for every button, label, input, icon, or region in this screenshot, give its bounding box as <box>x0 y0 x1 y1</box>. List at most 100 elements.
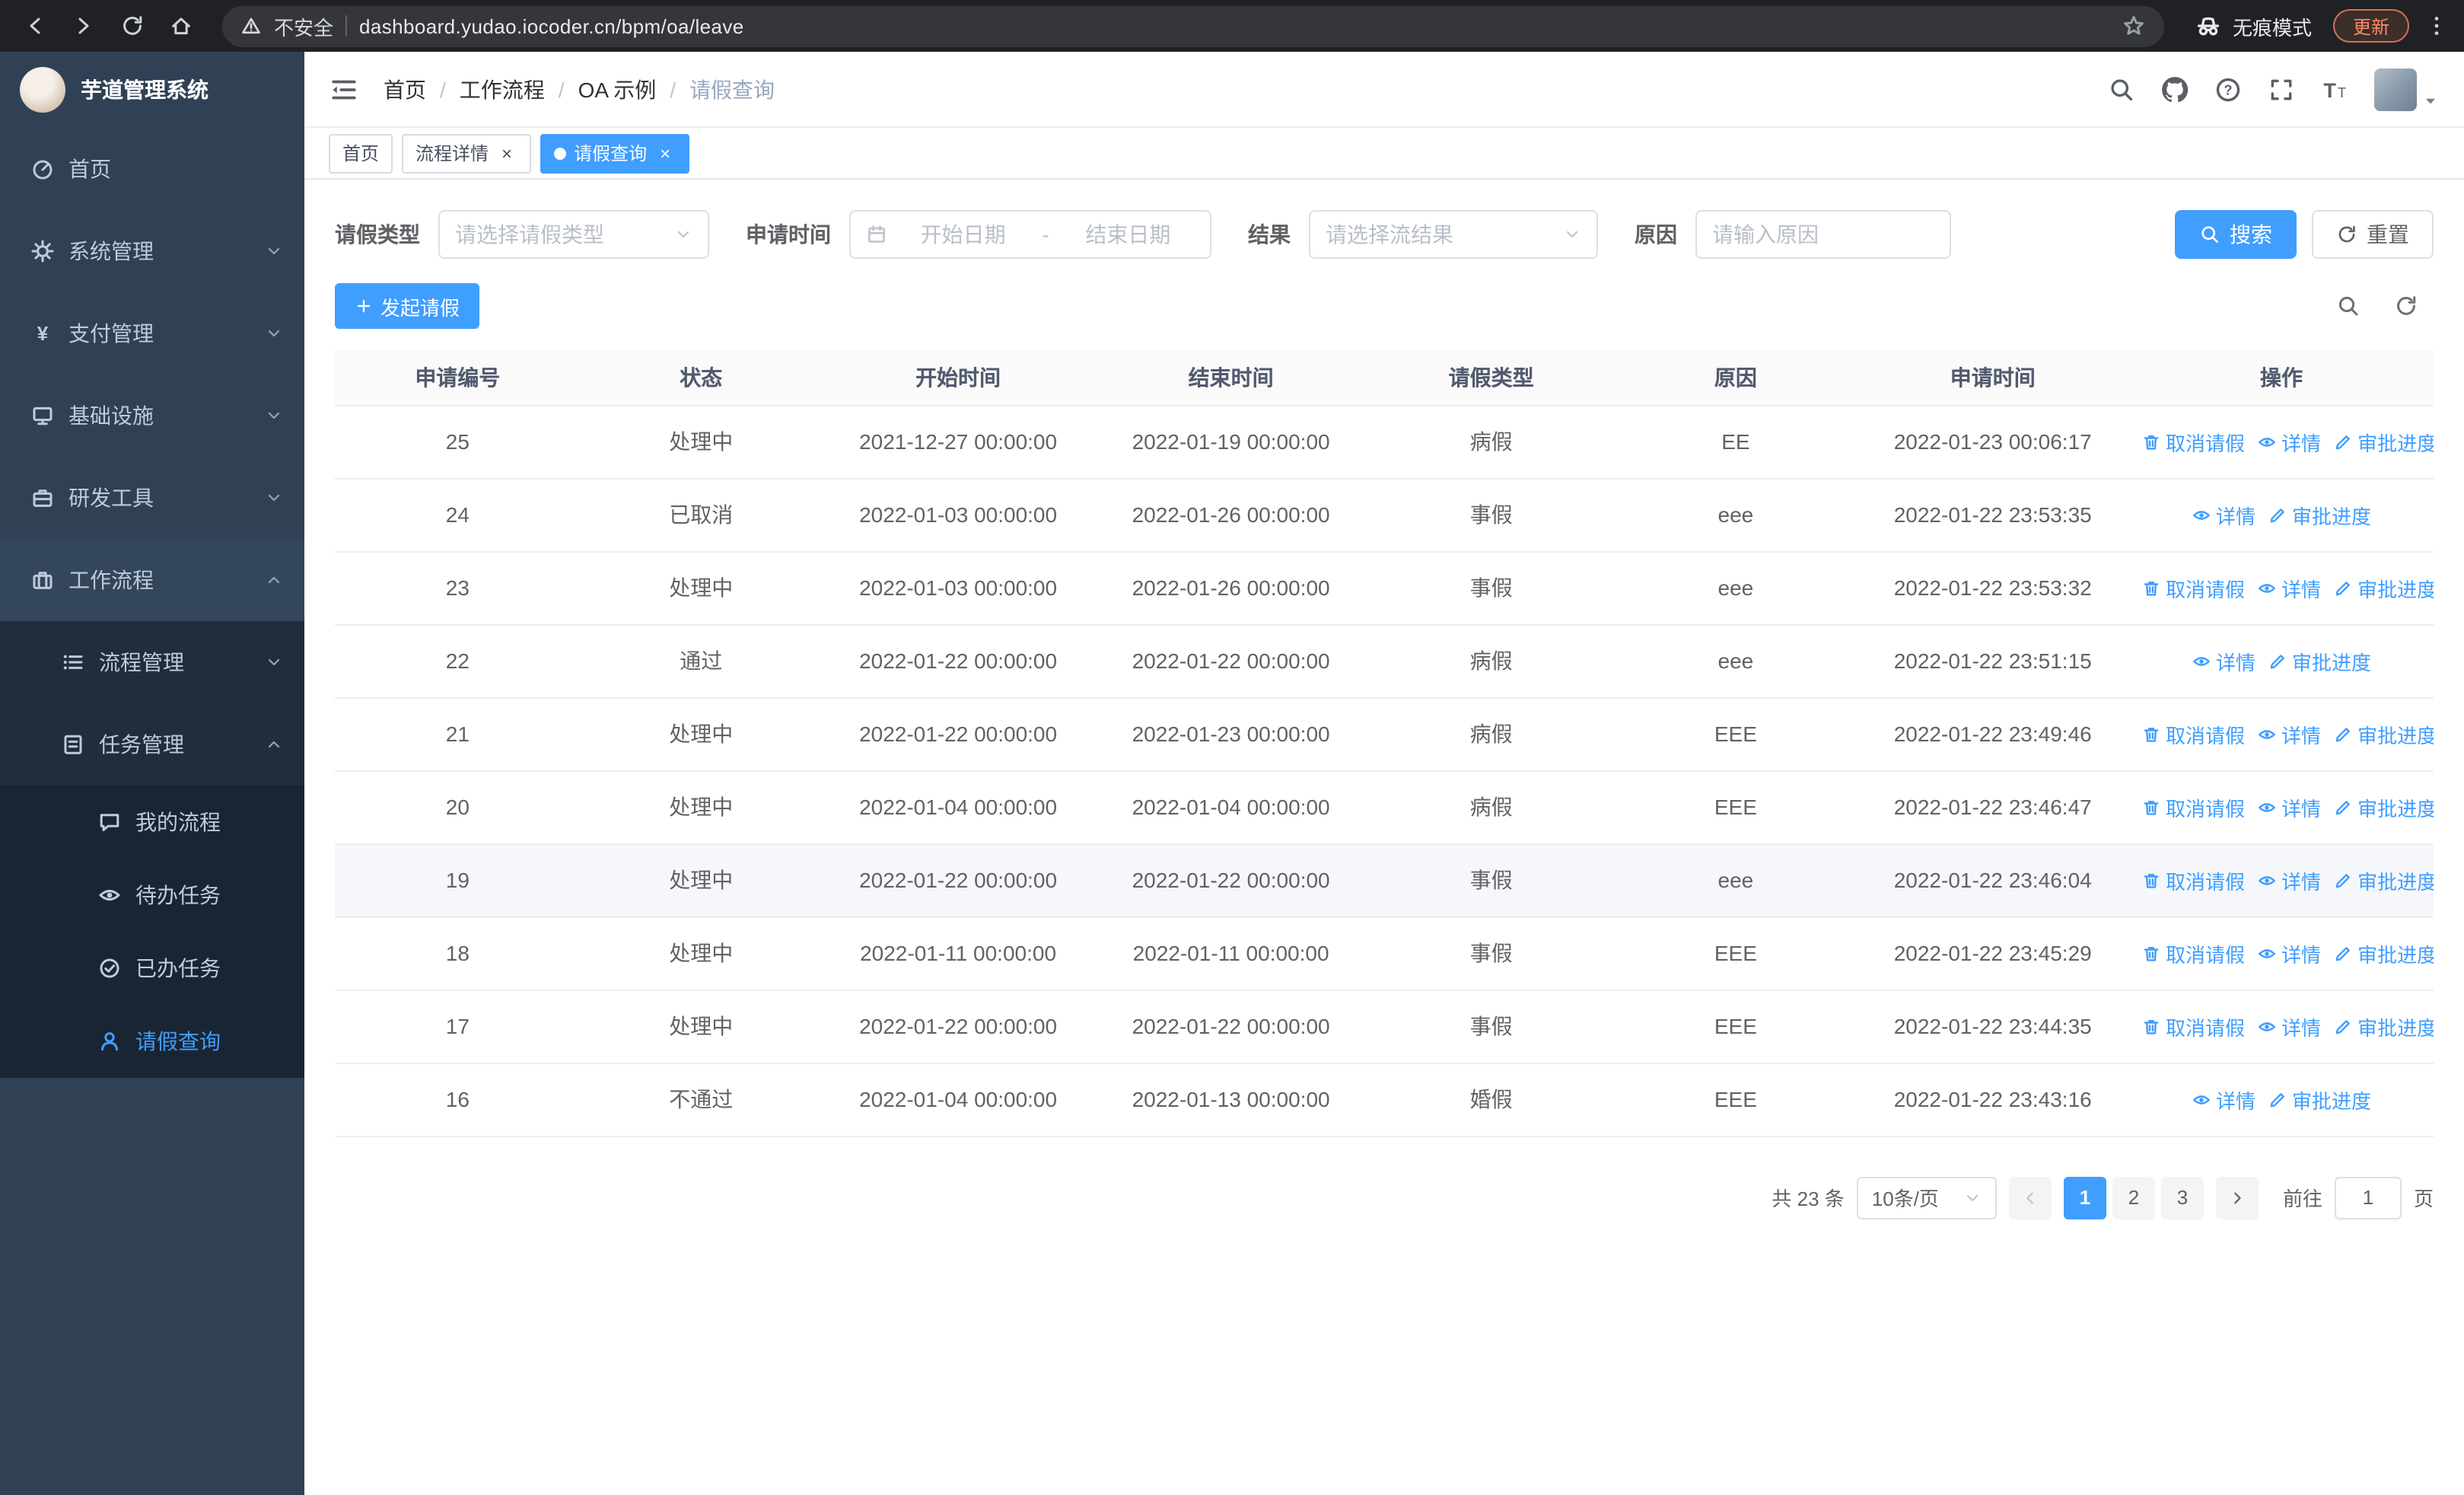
help-icon[interactable]: ? <box>2214 75 2242 103</box>
sidebar-item-infrastructure[interactable]: 基础设施 <box>0 375 304 457</box>
sidebar-item-payment-management[interactable]: ¥ 支付管理 <box>0 292 304 375</box>
breadcrumb-item[interactable]: OA 示例 <box>578 74 657 104</box>
cancel-link[interactable]: 取消请假 <box>2141 719 2245 748</box>
sidebar-item-system-management[interactable]: 系统管理 <box>0 210 304 292</box>
search-button[interactable]: 搜索 <box>2175 210 2297 259</box>
sidebar-item-workflow[interactable]: 工作流程 <box>0 539 304 621</box>
home-button[interactable] <box>161 6 201 46</box>
breadcrumb-item[interactable]: 首页 <box>384 74 426 104</box>
prev-page-button[interactable] <box>2008 1176 2052 1219</box>
cell-status: 已取消 <box>580 478 822 552</box>
browser-menu-icon[interactable] <box>2424 14 2449 38</box>
url-text[interactable]: dashboard.yudao.iocoder.cn/bpm/oa/leave <box>359 14 2109 37</box>
table-row[interactable]: 16 不通过 2022-01-04 00:00:00 2022-01-13 00:00… <box>335 1063 2434 1136</box>
github-icon[interactable] <box>2161 75 2189 103</box>
progress-link[interactable]: 审批进度 <box>2333 427 2434 456</box>
sidebar-item-todo-tasks[interactable]: 待办任务 <box>0 859 304 932</box>
detail-link[interactable]: 详情 <box>2192 646 2255 675</box>
page-button-1[interactable]: 1 <box>2063 1176 2106 1219</box>
detail-link[interactable]: 详情 <box>2257 939 2321 967</box>
detail-link[interactable]: 详情 <box>2257 427 2321 456</box>
cancel-link[interactable]: 取消请假 <box>2141 792 2245 821</box>
search-icon[interactable] <box>2108 75 2135 103</box>
cell-applied: 2022-01-23 00:06:17 <box>1856 405 2129 479</box>
sidebar-item-task-management[interactable]: 任务管理 <box>0 703 304 786</box>
next-page-button[interactable] <box>2215 1176 2259 1219</box>
detail-link[interactable]: 详情 <box>2257 865 2321 894</box>
breadcrumb-item[interactable]: 工作流程 <box>460 74 545 104</box>
detail-link-label: 详情 <box>2215 651 2255 674</box>
table-row[interactable]: 24 已取消 2022-01-03 00:00:00 2022-01-26 00:00… <box>335 478 2434 552</box>
detail-link[interactable]: 详情 <box>2257 792 2321 821</box>
sidebar-item-leave-query[interactable]: 请假查询 <box>0 1005 304 1078</box>
page-button-2[interactable]: 2 <box>2112 1176 2155 1219</box>
result-select[interactable]: 请选择流结果 <box>1309 210 1598 259</box>
sidebar-toggle-icon[interactable] <box>329 74 359 104</box>
detail-link[interactable]: 详情 <box>2257 719 2321 748</box>
progress-link[interactable]: 审批进度 <box>2268 1085 2371 1114</box>
cell-id: 16 <box>335 1063 581 1136</box>
sidebar-item-process-management[interactable]: 流程管理 <box>0 621 304 703</box>
user-avatar[interactable] <box>2374 68 2440 110</box>
table-row[interactable]: 17 处理中 2022-01-22 00:00:00 2022-01-22 00:00… <box>335 990 2434 1063</box>
cancel-link[interactable]: 取消请假 <box>2141 1012 2245 1041</box>
table-row[interactable]: 21 处理中 2022-01-22 00:00:00 2022-01-23 00:00… <box>335 697 2434 771</box>
refresh-table-icon[interactable] <box>2394 294 2418 318</box>
progress-link[interactable]: 审批进度 <box>2333 939 2434 967</box>
cancel-link[interactable]: 取消请假 <box>2141 865 2245 894</box>
reload-button[interactable] <box>113 6 152 46</box>
progress-link[interactable]: 审批进度 <box>2333 573 2434 602</box>
url-bar[interactable]: 不安全 dashboard.yudao.iocoder.cn/bpm/oa/le… <box>222 5 2164 46</box>
progress-link[interactable]: 审批进度 <box>2268 500 2371 529</box>
progress-link[interactable]: 审批进度 <box>2333 719 2434 748</box>
sidebar-item-label: 首页 <box>68 157 111 181</box>
close-icon[interactable]: × <box>654 142 676 164</box>
page-button-3[interactable]: 3 <box>2160 1176 2204 1219</box>
sidebar-item-done-tasks[interactable]: 已办任务 <box>0 932 304 1005</box>
sidebar-item-home[interactable]: 首页 <box>0 128 304 210</box>
progress-link[interactable]: 审批进度 <box>2333 865 2434 894</box>
svg-text:?: ? <box>2224 82 2233 97</box>
cancel-link[interactable]: 取消请假 <box>2141 427 2245 456</box>
tab-leave-query[interactable]: 请假查询 × <box>540 133 690 173</box>
forward-button[interactable] <box>64 6 103 46</box>
table-row[interactable]: 19 处理中 2022-01-22 00:00:00 2022-01-22 00:00… <box>335 843 2434 917</box>
tab-home[interactable]: 首页 <box>329 133 393 173</box>
progress-link[interactable]: 审批进度 <box>2333 792 2434 821</box>
create-leave-button[interactable]: 发起请假 <box>335 283 480 329</box>
reset-button[interactable]: 重置 <box>2312 210 2434 259</box>
sidebar-item-my-processes[interactable]: 我的流程 <box>0 786 304 859</box>
security-label[interactable]: 不安全 <box>274 11 333 40</box>
sidebar-item-dev-tools[interactable]: 研发工具 <box>0 457 304 539</box>
detail-link[interactable]: 详情 <box>2257 1012 2321 1041</box>
progress-link[interactable]: 审批进度 <box>2333 1012 2434 1041</box>
chevron-down-icon <box>265 653 283 671</box>
table-row[interactable]: 20 处理中 2022-01-04 00:00:00 2022-01-04 00:00… <box>335 770 2434 844</box>
toggle-search-icon[interactable] <box>2336 294 2361 318</box>
table-row[interactable]: 25 处理中 2021-12-27 00:00:00 2022-01-19 00:00… <box>335 405 2434 479</box>
fullscreen-icon[interactable] <box>2268 75 2295 103</box>
cell-end: 2022-01-26 00:00:00 <box>1094 551 1367 625</box>
detail-link[interactable]: 详情 <box>2257 573 2321 602</box>
leave-type-select[interactable]: 请选择请假类型 <box>438 210 709 259</box>
page-size-select[interactable]: 10条/页 <box>1856 1176 1997 1219</box>
detail-link[interactable]: 详情 <box>2192 500 2255 529</box>
browser-update-button[interactable]: 更新 <box>2332 9 2409 43</box>
close-icon[interactable]: × <box>496 142 517 164</box>
progress-link[interactable]: 审批进度 <box>2268 646 2371 675</box>
back-button[interactable] <box>15 6 55 46</box>
table-row[interactable]: 23 处理中 2022-01-03 00:00:00 2022-01-26 00:00… <box>335 551 2434 625</box>
apply-time-range-picker[interactable]: 开始日期 - 结束日期 <box>849 210 1211 259</box>
cancel-link[interactable]: 取消请假 <box>2141 573 2245 602</box>
reason-input[interactable] <box>1695 210 1951 259</box>
table-row[interactable]: 22 通过 2022-01-22 00:00:00 2022-01-22 00:00:… <box>335 624 2434 698</box>
fontsize-icon[interactable]: TT <box>2321 75 2348 103</box>
bookmark-star-icon[interactable] <box>2122 14 2146 38</box>
goto-page-input[interactable] <box>2334 1176 2402 1219</box>
tab-process-detail[interactable]: 流程详情 × <box>402 133 532 173</box>
detail-link[interactable]: 详情 <box>2192 1085 2255 1114</box>
table-row[interactable]: 18 处理中 2022-01-11 00:00:00 2022-01-11 00:00… <box>335 916 2434 990</box>
table-header-row: 申请编号 状态 开始时间 结束时间 请假类型 原因 申请时间 操作 <box>335 350 2434 406</box>
app-logo[interactable]: 芋道管理系统 <box>0 52 304 128</box>
cancel-link[interactable]: 取消请假 <box>2141 939 2245 967</box>
